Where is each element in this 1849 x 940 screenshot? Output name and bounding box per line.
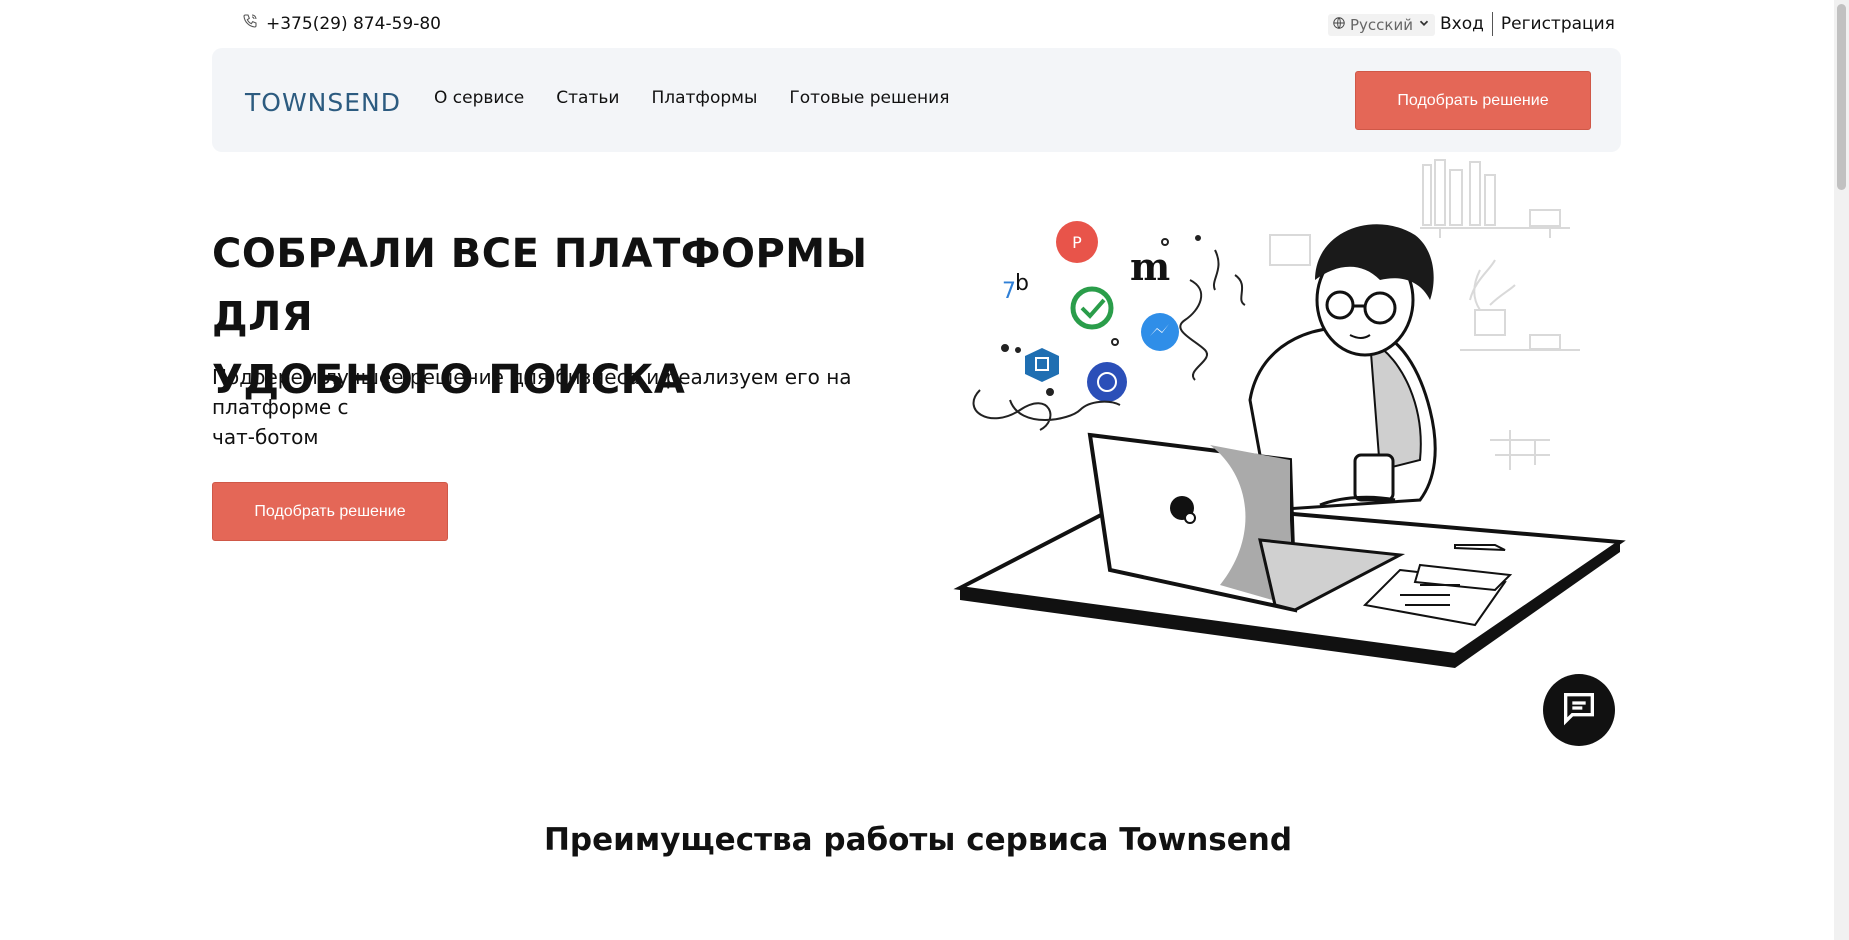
register-link[interactable]: Регистрация	[1493, 14, 1615, 34]
login-link[interactable]: Вход	[1440, 14, 1492, 34]
seven-icon: 7	[1002, 279, 1016, 304]
nav-item-about[interactable]: О сервисе	[434, 88, 524, 108]
auth-links: Вход Регистрация	[1440, 12, 1615, 36]
logo[interactable]: TOWNSEND	[245, 88, 401, 117]
check-logo-icon	[1070, 286, 1114, 330]
svg-text:P: P	[1072, 233, 1082, 252]
main-header: TOWNSEND О сервисе Статьи Платформы Гото…	[212, 48, 1621, 152]
phone-link[interactable]: +375(29) 874-59-80	[242, 13, 441, 34]
top-bar: +375(29) 874-59-80 Русский Вход Регистра…	[212, 0, 1615, 48]
main-nav: О сервисе Статьи Платформы Готовые решен…	[434, 88, 949, 108]
puzzlebot-icon: P	[1056, 221, 1098, 263]
cube-icon	[1025, 348, 1059, 382]
page: +375(29) 874-59-80 Русский Вход Регистра…	[0, 0, 1849, 940]
page-scrollbar[interactable]	[1834, 0, 1849, 940]
m-letter-icon: m	[1130, 244, 1170, 289]
language-select[interactable]: Русский	[1328, 14, 1435, 36]
phone-number: +375(29) 874-59-80	[266, 13, 441, 34]
language-label: Русский	[1350, 16, 1413, 34]
advantages-heading: Преимущества работы сервиса Townsend	[543, 822, 1293, 858]
hero-title-line-1: СОБРАЛИ ВСЕ ПЛАТФОРМЫ ДЛЯ	[212, 231, 868, 340]
hero-illustration: P m 7 b	[953, 159, 1626, 668]
globe-icon	[1332, 16, 1346, 34]
chevron-down-icon	[1417, 16, 1431, 34]
scrollbar-thumb[interactable]	[1837, 4, 1846, 190]
hero-subtitle-line-1: Подберем лучшее решение для бизнеса и ре…	[212, 365, 852, 419]
nav-item-platforms[interactable]: Платформы	[651, 88, 757, 108]
b-letter-icon: b	[1015, 271, 1029, 296]
messenger-icon	[1141, 313, 1179, 351]
find-solution-header-button[interactable]: Подобрать решение	[1355, 71, 1591, 130]
hero-subtitle: Подберем лучшее решение для бизнеса и ре…	[212, 362, 932, 452]
hero-subtitle-line-2: чат-ботом	[212, 425, 319, 449]
nav-item-solutions[interactable]: Готовые решения	[789, 88, 949, 108]
bot-icon	[1087, 362, 1127, 402]
chat-icon	[1559, 688, 1599, 732]
nav-item-articles[interactable]: Статьи	[556, 88, 619, 108]
chat-widget-button[interactable]	[1543, 674, 1615, 746]
find-solution-hero-button[interactable]: Подобрать решение	[212, 482, 448, 541]
phone-icon	[242, 13, 258, 34]
